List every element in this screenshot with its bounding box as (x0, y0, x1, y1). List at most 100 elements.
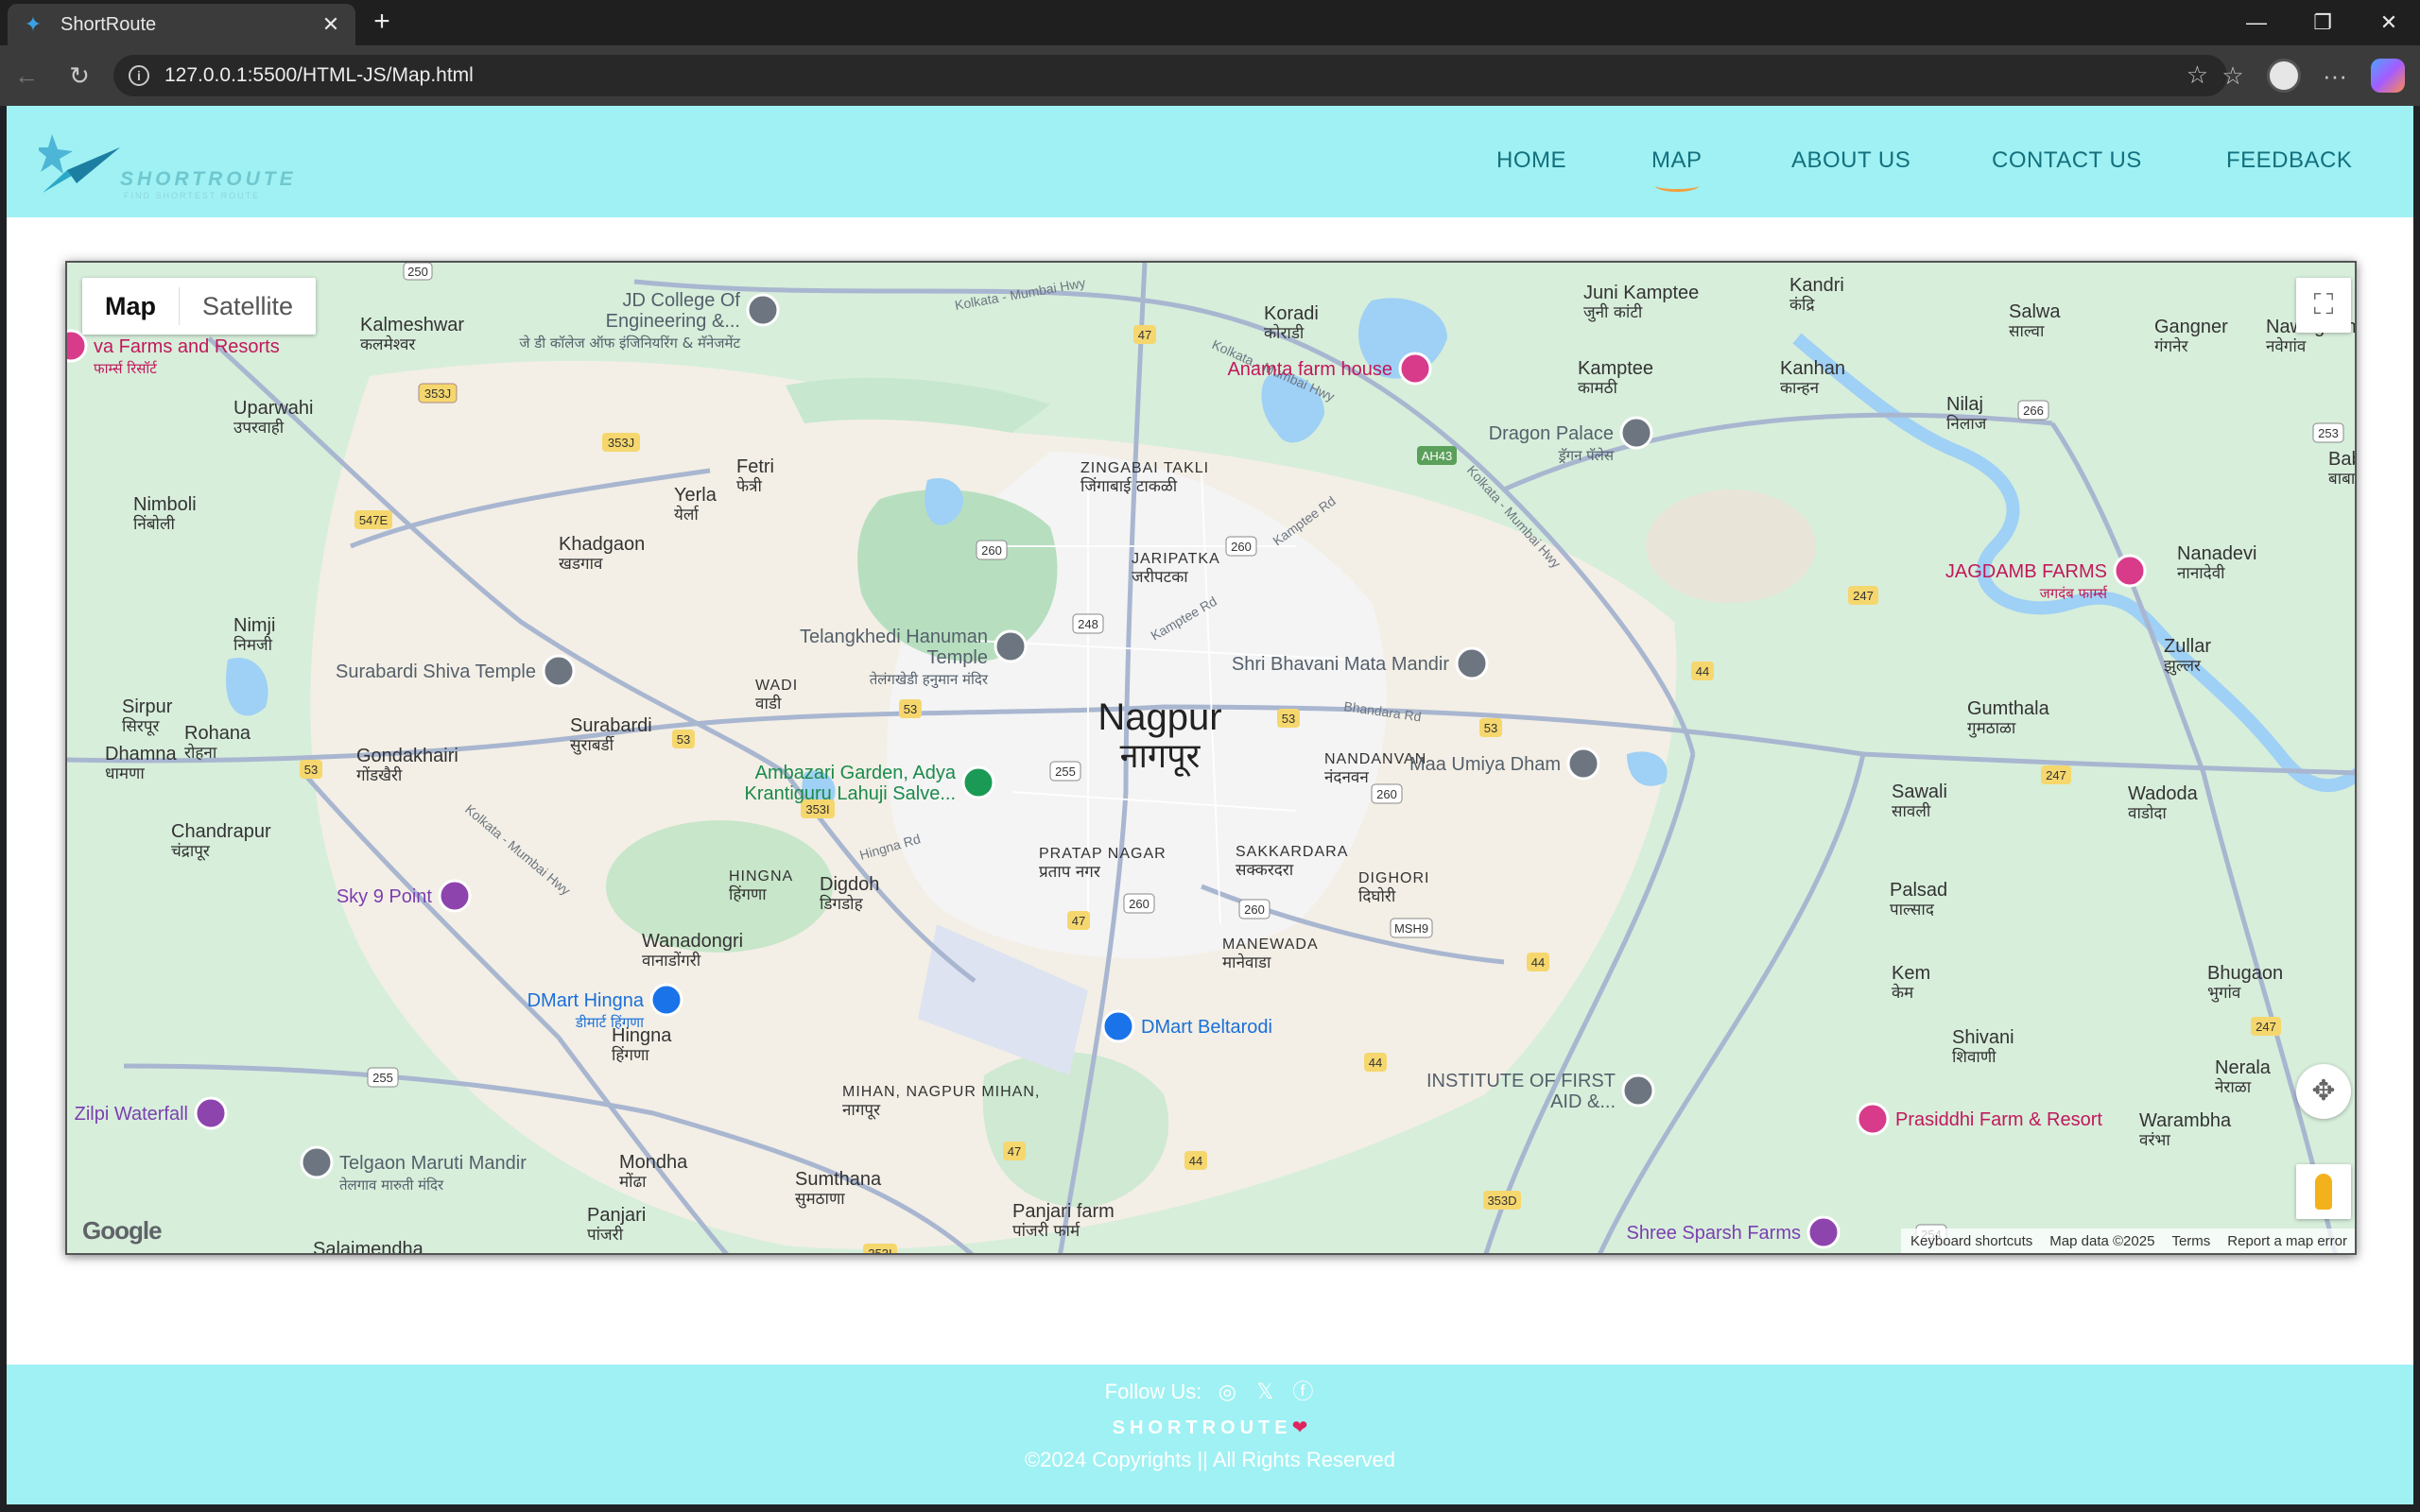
more-menu-icon[interactable]: ··· (2318, 59, 2352, 93)
poi-label[interactable]: JAGDAMB FARMS (1945, 561, 2107, 582)
poi-pin-icon[interactable] (1619, 416, 1653, 450)
place-label: PRATAP NAGAR (1039, 846, 1167, 862)
poi-pin-icon[interactable] (300, 1145, 334, 1179)
place-label: DIGHORI (1358, 870, 1429, 886)
svg-text:547E: 547E (359, 513, 389, 527)
map-type-satellite-button[interactable]: Satellite (180, 278, 316, 335)
place-label-local: जरीपटका (1132, 567, 1188, 587)
poi-label[interactable]: DMart Beltarodi (1141, 1017, 1272, 1038)
place-label-local: बाबा (2328, 470, 2356, 489)
poi-pin-icon[interactable] (1398, 352, 1432, 386)
poi-pin-icon[interactable] (1566, 747, 1600, 781)
svg-text:260: 260 (981, 543, 1002, 558)
copilot-icon[interactable] (2371, 59, 2405, 93)
poi-label[interactable]: Surabardi Shiva Temple (336, 662, 536, 682)
site-info-icon[interactable]: i (129, 65, 149, 86)
terms-link[interactable]: Terms (2171, 1233, 2210, 1249)
svg-text:353J: 353J (608, 436, 634, 450)
street-view-pegman-icon[interactable] (2296, 1164, 2351, 1219)
place-label: Warambha (2139, 1110, 2232, 1131)
map-type-map-button[interactable]: Map (82, 278, 179, 335)
nav-contact-us[interactable]: CONTACT US (1992, 147, 2142, 174)
back-button[interactable]: ← (9, 59, 43, 93)
poi-label[interactable]: Ambazari Garden, Adya (755, 763, 957, 783)
place-label-local: मानेवाडा (1222, 953, 1271, 972)
poi-pin-icon[interactable] (1101, 1009, 1135, 1043)
svg-text:255: 255 (372, 1071, 393, 1085)
facebook-icon[interactable]: ⓕ (1290, 1380, 1315, 1404)
map-canvas[interactable]: 250 353J 353J 547E 47 260 260 248 53 53 … (67, 263, 2357, 1255)
poi-label[interactable]: Temple (927, 647, 988, 668)
poi-label[interactable]: va Farms and Resorts (94, 336, 280, 357)
poi-label[interactable]: Shri Bhavani Mata Mandir (1232, 654, 1449, 675)
browser-tab[interactable]: ✦ ShortRoute ✕ (8, 4, 355, 45)
nav-home[interactable]: HOME (1496, 147, 1566, 174)
poi-label[interactable]: INSTITUTE OF FIRST (1426, 1071, 1616, 1091)
poi-label[interactable]: Sky 9 Point (337, 886, 433, 907)
poi-pin-icon[interactable] (67, 329, 88, 363)
poi-pin-icon[interactable] (2113, 554, 2147, 588)
poi-pin-icon[interactable] (746, 293, 780, 327)
poi-label[interactable]: Maa Umiya Dham (1409, 754, 1561, 775)
poi-label[interactable]: Engineering &... (606, 311, 740, 332)
svg-text:AH43: AH43 (1422, 449, 1453, 463)
place-label: Palsad (1890, 880, 1947, 901)
fullscreen-button[interactable]: ⛶ (2296, 278, 2351, 333)
place-label-local: जुनी कांटी (1583, 302, 1643, 322)
poi-label[interactable]: Anamta farm house (1227, 359, 1392, 380)
place-label: Gumthala (1967, 698, 2050, 719)
poi-pin-icon[interactable] (994, 629, 1028, 663)
poi-label[interactable]: Zilpi Waterfall (75, 1104, 188, 1125)
poi-label[interactable]: Prasiddhi Farm & Resort (1895, 1109, 2102, 1130)
window-restore-button[interactable]: ❐ (2291, 0, 2354, 45)
footer-brand: SHORTROUTE❤ (7, 1416, 2413, 1439)
x-twitter-icon[interactable]: 𝕏 (1253, 1380, 1277, 1404)
address-url[interactable]: 127.0.0.1:5500/HTML-JS/Map.html (164, 64, 474, 87)
poi-pin-icon[interactable] (961, 765, 995, 799)
site-logo[interactable]: SHORTROUTE FIND SHORTEST ROUTE (35, 127, 293, 200)
place-label: Gangner (2154, 317, 2228, 337)
city-label-local: नागपूर (1120, 737, 1201, 777)
poi-pin-icon[interactable] (438, 879, 472, 913)
place-label: Nimboli (133, 494, 197, 515)
profile-avatar[interactable] (2267, 59, 2301, 93)
poi-pin-icon[interactable] (649, 983, 683, 1017)
poi-pin-icon[interactable] (1621, 1074, 1655, 1108)
place-label-local: साल्वा (2009, 322, 2045, 341)
poi-label[interactable]: DMart Hingna (527, 990, 645, 1011)
place-label: Digdoh (820, 874, 879, 895)
camera-control-button[interactable]: ✥ (2296, 1064, 2351, 1119)
window-close-button[interactable]: ✕ (2358, 0, 2420, 45)
report-map-error-link[interactable]: Report a map error (2227, 1233, 2347, 1249)
poi-label[interactable]: Krantiguru Lahuji Salve... (745, 783, 956, 804)
tab-close-icon[interactable]: ✕ (318, 11, 344, 38)
poi-label[interactable]: AID &... (1550, 1091, 1616, 1112)
bookmark-star-icon[interactable]: ☆ (2187, 60, 2208, 90)
poi-pin-icon[interactable] (1856, 1102, 1890, 1136)
keyboard-shortcuts-link[interactable]: Keyboard shortcuts (1910, 1233, 2032, 1249)
address-bar[interactable]: i 127.0.0.1:5500/HTML-JS/Map.html ☆ (113, 55, 2227, 96)
nav-about-us[interactable]: ABOUT US (1791, 147, 1910, 174)
poi-label[interactable]: Telangkhedi Hanuman (800, 627, 988, 647)
poi-label[interactable]: JD College Of (623, 290, 741, 311)
reload-button[interactable]: ↻ (62, 59, 96, 93)
favorites-icon[interactable]: ☆ (2216, 59, 2250, 93)
poi-label[interactable]: Telgaon Maruti Mandir (339, 1153, 527, 1174)
nav-feedback[interactable]: FEEDBACK (2226, 147, 2352, 174)
place-label-local: कंद्रि (1789, 295, 1815, 315)
new-tab-button[interactable]: + (365, 6, 399, 40)
place-label: ZINGABAI TAKLI (1080, 460, 1209, 476)
google-map[interactable]: 250 353J 353J 547E 47 260 260 248 53 53 … (65, 261, 2357, 1255)
poi-label[interactable]: Dragon Palace (1489, 423, 1614, 444)
poi-pin-icon[interactable] (1455, 646, 1489, 680)
window-minimize-button[interactable]: — (2225, 0, 2288, 45)
poi-label[interactable]: Shree Sparsh Farms (1626, 1223, 1801, 1244)
google-logo[interactable]: Google (82, 1216, 163, 1246)
poi-pin-icon[interactable] (542, 654, 576, 688)
svg-text:53: 53 (677, 732, 690, 747)
instagram-icon[interactable]: ◎ (1215, 1380, 1239, 1404)
poi-pin-icon[interactable] (194, 1096, 228, 1130)
nav-map[interactable]: MAP (1651, 147, 1703, 192)
poi-pin-icon[interactable] (1806, 1215, 1841, 1249)
place-label: Sirpur (122, 696, 173, 717)
